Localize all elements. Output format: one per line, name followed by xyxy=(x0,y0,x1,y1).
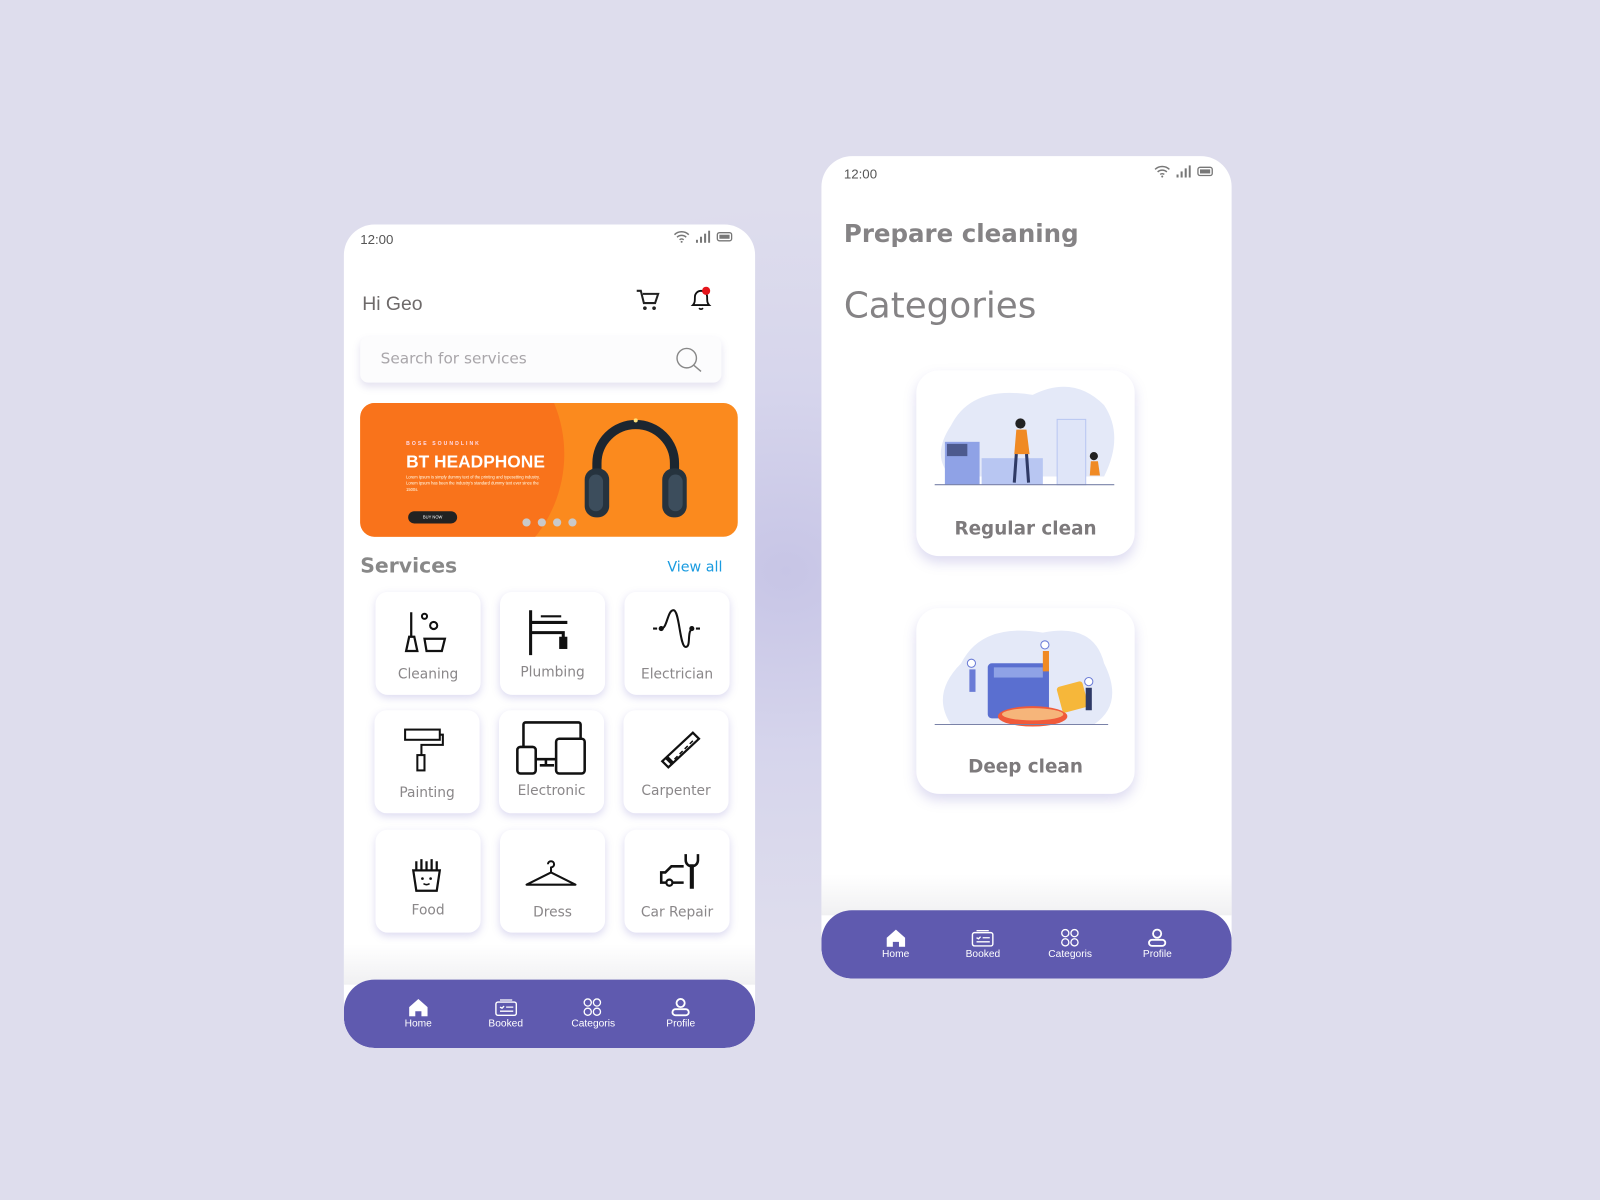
kitchen-cleaning-illustration xyxy=(934,386,1115,486)
bottom-nav: Home Booked Categoris Profile xyxy=(343,979,756,1048)
deep-cleaning-illustration xyxy=(934,630,1113,727)
services-title: Services xyxy=(360,553,458,578)
nav-home[interactable]: Home xyxy=(383,980,454,1048)
nav-label: Home xyxy=(404,1018,432,1030)
category-card-deep-clean[interactable]: Deep clean xyxy=(916,608,1135,794)
nav-profile[interactable]: Profile xyxy=(645,980,716,1048)
banner-subtitle: BOSE SOUNDLINK xyxy=(406,440,481,447)
carousel-dots xyxy=(522,518,577,527)
devices-icon xyxy=(516,721,586,775)
booked-icon xyxy=(494,998,517,1016)
home-icon xyxy=(409,998,428,1017)
saw-icon xyxy=(660,731,701,769)
banner-text: Lorem Ipsum is simply dummy text of the … xyxy=(406,474,540,492)
carousel-dot[interactable] xyxy=(537,518,546,527)
wifi-icon xyxy=(1154,165,1170,178)
service-label: Car Repair xyxy=(640,904,714,921)
nav-label: Profile xyxy=(1142,948,1172,961)
home-screen: 12:00 Hi Geo BOSE SOUNDLINK BT HEADPHONE… xyxy=(343,224,756,1048)
promo-banner[interactable]: BOSE SOUNDLINK BT HEADPHONE Lorem Ipsum … xyxy=(360,403,738,537)
faucet-icon xyxy=(529,610,568,656)
categories-icon xyxy=(1060,928,1079,947)
service-card-painting[interactable]: Painting xyxy=(374,710,480,814)
nav-label: Categoris xyxy=(1048,948,1092,961)
signal-icon xyxy=(695,230,711,243)
nav-label: Home xyxy=(882,948,910,961)
service-label: Dress xyxy=(533,904,572,921)
category-label: Deep clean xyxy=(968,756,1083,778)
buy-now-button[interactable]: BUY NOW xyxy=(408,511,458,524)
search-bar xyxy=(360,336,722,383)
category-label: Regular clean xyxy=(954,518,1097,540)
signal-icon xyxy=(1176,165,1191,178)
search-icon[interactable] xyxy=(674,347,703,374)
service-card-dress[interactable]: Dress xyxy=(499,829,606,933)
carousel-dot[interactable] xyxy=(568,518,577,527)
page-subtitle: Prepare cleaning xyxy=(843,219,1079,248)
hanger-icon xyxy=(525,860,577,886)
service-card-plumbing[interactable]: Plumbing xyxy=(499,591,606,695)
cleaning-icon xyxy=(404,612,447,653)
fries-icon xyxy=(411,859,442,892)
battery-icon xyxy=(1197,166,1213,177)
service-label: Cleaning xyxy=(397,666,459,683)
service-label: Electronic xyxy=(517,782,586,799)
greeting: Hi Geo xyxy=(362,293,423,316)
service-card-car-repair[interactable]: Car Repair xyxy=(624,829,730,933)
service-label: Carpenter xyxy=(641,782,711,799)
nav-label: Booked xyxy=(965,948,1001,960)
headphone-image xyxy=(584,418,687,518)
service-label: Food xyxy=(411,902,445,919)
service-card-food[interactable]: Food xyxy=(375,829,481,933)
battery-icon xyxy=(716,231,733,242)
categories-icon xyxy=(583,998,602,1016)
nav-booked[interactable]: Booked xyxy=(470,980,541,1048)
nav-label: Categoris xyxy=(571,1018,616,1030)
category-card-regular-clean[interactable]: Regular clean xyxy=(916,370,1135,557)
search-input[interactable] xyxy=(380,348,667,368)
service-label: Electrician xyxy=(641,666,714,683)
nav-home[interactable]: Home xyxy=(860,910,931,978)
canvas: 12:00 Hi Geo BOSE SOUNDLINK BT HEADPHONE… xyxy=(0,0,1600,1200)
wire-icon xyxy=(653,609,700,648)
service-card-electronic[interactable]: Electronic xyxy=(498,710,605,814)
paint-roller-icon xyxy=(404,728,444,772)
notification-bell-icon[interactable] xyxy=(689,286,713,313)
bottom-nav: Home Booked Categoris Profile xyxy=(821,910,1232,979)
nav-label: Booked xyxy=(488,1017,524,1030)
status-icons xyxy=(1154,165,1213,178)
service-card-carpenter[interactable]: Carpenter xyxy=(623,710,729,814)
service-card-cleaning[interactable]: Cleaning xyxy=(375,591,481,695)
nav-shadow xyxy=(821,874,1232,916)
nav-shadow xyxy=(343,943,756,985)
status-time: 12:00 xyxy=(843,166,878,182)
nav-label: Profile xyxy=(666,1018,696,1030)
carousel-dot[interactable] xyxy=(553,518,562,527)
banner-title: BT HEADPHONE xyxy=(406,452,545,472)
nav-profile[interactable]: Profile xyxy=(1122,910,1193,978)
nav-booked[interactable]: Booked xyxy=(947,910,1018,978)
status-icons xyxy=(673,230,733,243)
categories-screen: 12:00 Prepare cleaning Categories Regula… xyxy=(821,156,1232,979)
nav-categories[interactable]: Categoris xyxy=(558,980,629,1048)
wifi-icon xyxy=(673,231,690,243)
page-title: Categories xyxy=(843,285,1037,327)
cart-icon[interactable] xyxy=(636,289,660,311)
booked-icon xyxy=(971,929,994,947)
service-card-electrician[interactable]: Electrician xyxy=(624,591,730,695)
home-icon xyxy=(886,929,905,947)
status-time: 12:00 xyxy=(360,231,394,247)
service-label: Plumbing xyxy=(520,664,585,681)
profile-icon xyxy=(671,998,690,1017)
car-wrench-icon xyxy=(659,854,700,889)
nav-categories[interactable]: Categoris xyxy=(1034,910,1105,978)
service-label: Painting xyxy=(399,784,455,802)
view-all-link[interactable]: View all xyxy=(667,559,722,575)
profile-icon xyxy=(1148,928,1167,947)
carousel-dot[interactable] xyxy=(522,518,531,527)
